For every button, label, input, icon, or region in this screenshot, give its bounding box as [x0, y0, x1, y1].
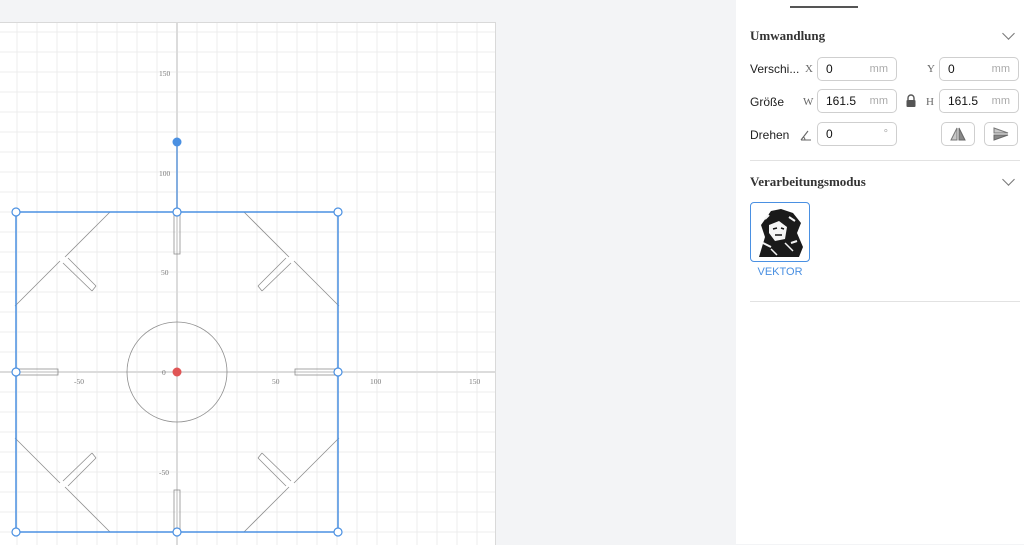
resize-handle-bottom-right[interactable]	[333, 527, 343, 537]
angle-icon	[800, 130, 811, 141]
y-letter: Y	[927, 63, 935, 75]
rotate-handle[interactable]	[172, 137, 182, 147]
active-tab-indicator	[790, 6, 858, 8]
section-divider	[750, 301, 1020, 302]
properties-panel: Umwandlung Verschi... X 0 mm Y 0 mm Größ…	[736, 0, 1024, 544]
x-tick-label: 100	[370, 377, 382, 386]
processing-mode-title: Verarbeitungsmodus	[750, 174, 866, 189]
origin-tick-label: 0	[162, 368, 166, 377]
transform-section-title: Umwandlung	[750, 28, 826, 43]
resize-handle-bottom-left[interactable]	[11, 527, 21, 537]
vector-mode-label: VEKTOR	[757, 266, 803, 278]
y-tick-label: 50	[161, 268, 169, 277]
x-position-value: 0	[826, 62, 833, 76]
resize-handle-top[interactable]	[172, 207, 182, 217]
rotation-unit: °	[883, 128, 888, 140]
y-tick-label: 100	[159, 169, 171, 178]
resize-handle-bottom[interactable]	[172, 527, 182, 537]
y-position-unit: mm	[991, 63, 1010, 75]
canvas-svg[interactable]: -50 0 50 100 150 150 100 50 -50	[0, 23, 495, 545]
y-tick-label: 150	[159, 69, 171, 78]
flip-horizontal-button[interactable]	[941, 122, 975, 146]
y-position-value: 0	[948, 62, 955, 76]
w-letter: W	[803, 96, 814, 108]
offset-label: Verschi...	[750, 62, 800, 76]
chevron-down-icon[interactable]	[1002, 173, 1015, 186]
height-value: 161.5	[948, 94, 979, 108]
height-field[interactable]: 161.5 mm	[939, 89, 1019, 113]
vector-mode-card[interactable]	[750, 202, 810, 262]
rotation-field[interactable]: 0 °	[817, 122, 897, 146]
x-position-unit: mm	[869, 63, 888, 75]
resize-handle-right[interactable]	[333, 367, 343, 377]
width-field[interactable]: 161.5 mm	[817, 89, 897, 113]
x-position-field[interactable]: 0 mm	[817, 57, 897, 81]
x-letter: X	[805, 63, 813, 75]
x-tick-label: 150	[469, 377, 481, 386]
width-unit: mm	[869, 95, 888, 107]
flip-vertical-button[interactable]	[984, 122, 1018, 146]
design-canvas[interactable]: -50 0 50 100 150 150 100 50 -50	[0, 22, 496, 545]
x-tick-label: -50	[74, 377, 84, 386]
section-divider	[750, 160, 1020, 161]
x-tick-label: 50	[272, 377, 280, 386]
origin-point	[172, 367, 182, 377]
width-value: 161.5	[826, 94, 857, 108]
vector-preview-image	[754, 206, 806, 258]
rotate-label: Drehen	[750, 128, 790, 142]
h-letter: H	[926, 96, 934, 108]
height-unit: mm	[991, 95, 1010, 107]
y-tick-label: -50	[159, 468, 169, 477]
flip-vertical-icon	[993, 127, 1009, 141]
y-position-field[interactable]: 0 mm	[939, 57, 1019, 81]
resize-handle-left[interactable]	[11, 367, 21, 377]
flip-horizontal-icon	[950, 127, 966, 141]
resize-handle-top-left[interactable]	[11, 207, 21, 217]
resize-handle-top-right[interactable]	[333, 207, 343, 217]
lock-icon[interactable]	[905, 94, 917, 108]
rotation-value: 0	[826, 127, 833, 141]
chevron-down-icon[interactable]	[1002, 27, 1015, 40]
canvas-grid	[0, 23, 495, 545]
size-label: Größe	[750, 95, 785, 109]
